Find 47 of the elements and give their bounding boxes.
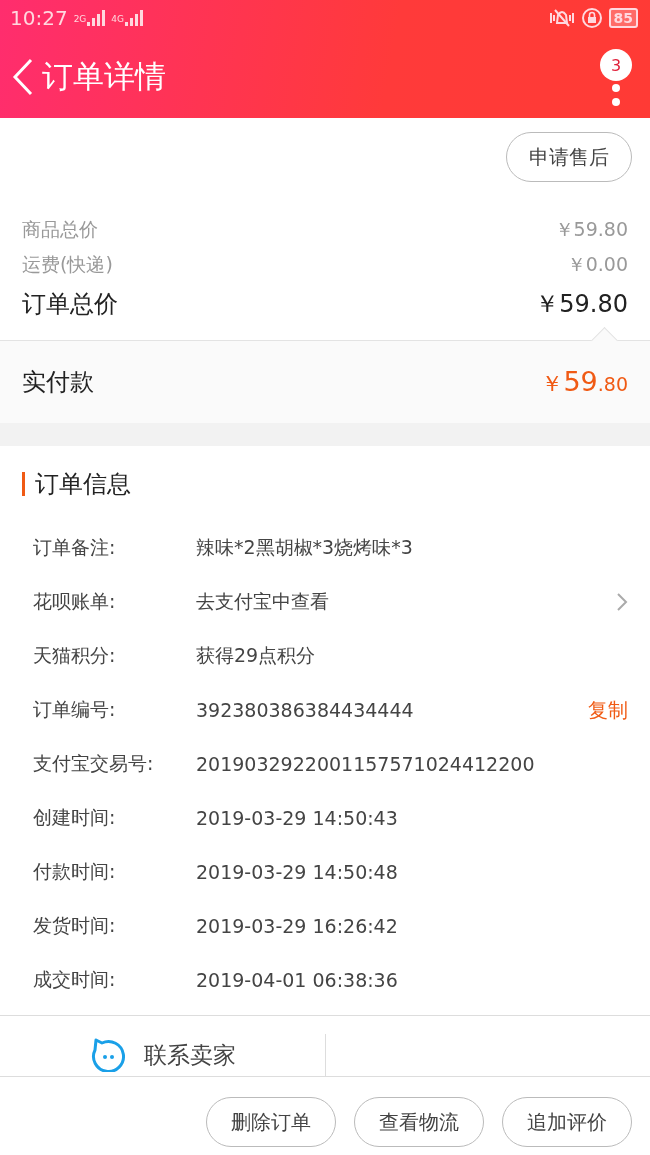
signal-icon <box>125 10 144 26</box>
page-title: 订单详情 <box>42 57 166 96</box>
battery-indicator: 85 <box>608 8 638 28</box>
info-value: 2019-03-29 16:26:42 <box>196 915 399 937</box>
signal-icon <box>87 10 106 26</box>
info-label: 创建时间: <box>33 805 117 830</box>
paid-label: 实付款 <box>22 367 94 398</box>
price-label: 运费(快递) <box>22 251 113 277</box>
after-sale-button[interactable]: 申请售后 <box>506 132 632 182</box>
info-value: 392380386384434444 <box>196 699 415 721</box>
price-value: ￥59.80 <box>535 289 628 320</box>
info-label: 天猫积分: <box>33 643 117 668</box>
info-label: 发货时间: <box>33 913 117 938</box>
info-value[interactable]: 去支付宝中查看 <box>196 589 616 615</box>
price-label: 订单总价 <box>22 289 118 320</box>
network-label: 2G <box>73 14 87 24</box>
order-action-button[interactable]: 查看物流 <box>354 1097 484 1147</box>
info-label: 付款时间: <box>33 859 117 884</box>
section-title: 订单信息 <box>35 468 131 500</box>
network-label: 4G <box>111 14 125 24</box>
info-label: 订单备注: <box>33 535 117 560</box>
contact-seller-link[interactable]: 联系卖家 <box>143 1039 236 1071</box>
rotation-lock-icon <box>580 7 603 29</box>
info-label: 订单编号: <box>33 697 117 722</box>
info-value: 2019032922001157571024412200 <box>196 753 536 775</box>
info-label: 成交时间: <box>33 967 117 992</box>
vibrate-bell-icon <box>548 7 575 29</box>
price-value: ￥0.00 <box>566 251 628 277</box>
info-value: 2019-04-01 06:38:36 <box>196 969 399 991</box>
info-value: 2019-03-29 14:50:43 <box>196 807 399 829</box>
info-value: 辣味*2黑胡椒*3烧烤味*3 <box>196 535 414 560</box>
price-label: 商品总价 <box>22 216 98 242</box>
info-value: 获得29点积分 <box>196 643 317 668</box>
info-label: 支付宝交易号: <box>33 751 155 776</box>
more-icon[interactable] <box>611 83 621 107</box>
info-value: 2019-03-29 14:50:48 <box>196 861 399 883</box>
order-action-button[interactable]: 追加评价 <box>502 1097 632 1147</box>
section-marker <box>22 471 25 496</box>
back-icon[interactable] <box>12 58 34 96</box>
status-time: 10:27 <box>10 6 68 30</box>
paid-amount: ￥59.80 <box>541 365 628 399</box>
notification-badge: 3 <box>600 49 632 81</box>
order-action-button[interactable]: 删除订单 <box>206 1097 336 1147</box>
chevron-right-icon[interactable] <box>616 592 628 612</box>
price-value: ￥59.80 <box>554 216 628 242</box>
chat-face-icon[interactable] <box>89 1038 126 1072</box>
info-label: 花呗账单: <box>33 589 117 614</box>
